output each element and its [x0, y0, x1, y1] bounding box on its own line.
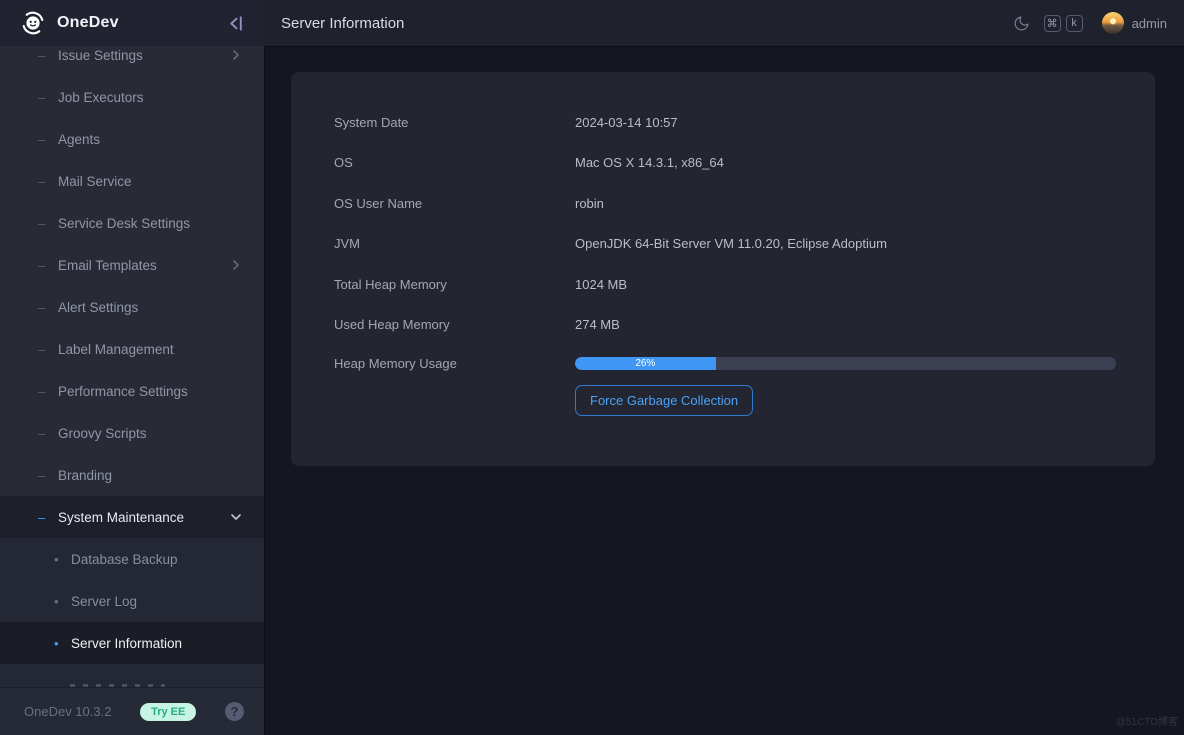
shortcut-k-key[interactable]: k [1066, 15, 1083, 32]
dash-glyph: – [38, 468, 58, 483]
dash-glyph: – [38, 342, 58, 357]
sidebar-item-job-executors[interactable]: – Job Executors [0, 76, 264, 118]
heap-usage-fill: 26% [575, 357, 716, 370]
field-label: OS User Name [334, 196, 575, 211]
field-row: System Date 2024-03-14 10:57 [334, 102, 1116, 143]
heap-usage-row: Heap Memory Usage 26% [334, 345, 1116, 381]
dash-glyph: – [38, 48, 58, 63]
sidebar-subitem-label: Server Information [71, 636, 182, 651]
field-value: OpenJDK 64-Bit Server VM 11.0.20, Eclips… [575, 236, 887, 251]
field-label: Used Heap Memory [334, 317, 575, 332]
field-label: OS [334, 155, 575, 170]
watermark: @51CTO博客 [1116, 713, 1178, 728]
dash-glyph: – [38, 258, 58, 273]
dash-glyph: – [38, 300, 58, 315]
sidebar-item-branding[interactable]: – Branding [0, 454, 264, 496]
sidebar-item-groovy-scripts[interactable]: – Groovy Scripts [0, 412, 264, 454]
user-menu[interactable]: admin [1102, 12, 1167, 34]
field-value: robin [575, 196, 604, 211]
field-label: System Date [334, 115, 575, 130]
user-name: admin [1132, 16, 1167, 31]
dark-mode-toggle-icon[interactable] [1013, 15, 1030, 32]
heap-usage-progressbar: 26% [575, 357, 1116, 370]
sidebar-item-email-templates[interactable]: – Email Templates [0, 244, 264, 286]
sidebar-subitem-label: Database Backup [71, 552, 178, 567]
field-row: OS User Name robin [334, 183, 1116, 224]
field-value: 1024 MB [575, 277, 627, 292]
try-ee-badge[interactable]: Try EE [140, 703, 196, 721]
force-garbage-collection-button[interactable]: Force Garbage Collection [575, 385, 753, 416]
sidebar-item-label: Groovy Scripts [58, 426, 147, 441]
sidebar-item-issue-settings[interactable]: – Issue Settings [0, 46, 264, 76]
dash-glyph: – [38, 132, 58, 147]
field-value: Mac OS X 14.3.1, x86_64 [575, 155, 724, 170]
sidebar: OneDev – Issue Settings – J [0, 0, 264, 735]
dash-glyph: – [38, 510, 58, 525]
sidebar-header: OneDev [0, 0, 264, 46]
dash-glyph: – [38, 216, 58, 231]
sidebar-item-label: Issue Settings [58, 48, 143, 63]
sidebar-item-label: Email Templates [58, 258, 157, 273]
sidebar-subitem-label: Server Log [71, 594, 137, 609]
page-title: Server Information [281, 15, 404, 32]
sidebar-subitem-server-log[interactable]: • Server Log [0, 580, 264, 622]
version-label: OneDev 10.3.2 [24, 704, 111, 719]
onedev-logo-icon[interactable] [20, 10, 46, 36]
sidebar-item-label: Agents [58, 132, 100, 147]
topbar: Server Information ⌘ k admin [264, 0, 1184, 46]
system-maintenance-submenu: • Database Backup • Server Log • Server … [0, 538, 264, 687]
server-information-panel: System Date 2024-03-14 10:57 OS Mac OS X… [291, 72, 1155, 466]
sidebar-item-alert-settings[interactable]: – Alert Settings [0, 286, 264, 328]
screen: OneDev – Issue Settings – J [0, 0, 1184, 735]
field-value: 2024-03-14 10:57 [575, 115, 678, 130]
sidebar-footer: OneDev 10.3.2 Try EE ? [0, 687, 264, 735]
chevron-right-icon [230, 259, 242, 271]
gc-button-row: Force Garbage Collection [334, 385, 1116, 416]
sidebar-item-label: Label Management [58, 342, 174, 357]
sidebar-item-performance-settings[interactable]: – Performance Settings [0, 370, 264, 412]
sidebar-item-label: Performance Settings [58, 384, 188, 399]
sidebar-item-label: Alert Settings [58, 300, 138, 315]
shortcut-cmd-key[interactable]: ⌘ [1044, 15, 1061, 32]
field-row: OS Mac OS X 14.3.1, x86_64 [334, 143, 1116, 184]
help-icon[interactable]: ? [225, 702, 244, 721]
topbar-actions: ⌘ k admin [1013, 12, 1167, 34]
sidebar-item-system-maintenance[interactable]: – System Maintenance [0, 496, 264, 538]
sidebar-item-mail-service[interactable]: – Mail Service [0, 160, 264, 202]
dash-glyph: – [38, 174, 58, 189]
sidebar-item-clipped[interactable] [0, 664, 264, 687]
main-area: Server Information ⌘ k admin System Date… [264, 0, 1184, 735]
dash-glyph: – [38, 90, 58, 105]
chevron-right-icon [230, 49, 242, 61]
sidebar-item-label: Mail Service [58, 174, 132, 189]
bullet-glyph: • [54, 552, 71, 567]
sidebar-collapse-icon[interactable] [227, 14, 246, 33]
sidebar-item-label: Job Executors [58, 90, 144, 105]
sidebar-item-label: Branding [58, 468, 112, 483]
chevron-down-icon [230, 511, 242, 523]
brand-name: OneDev [57, 14, 119, 32]
heap-usage-percent: 26% [635, 358, 655, 369]
field-row: JVM OpenJDK 64-Bit Server VM 11.0.20, Ec… [334, 224, 1116, 265]
bullet-glyph: • [54, 594, 71, 609]
sidebar-item-label: System Maintenance [58, 510, 184, 525]
dash-glyph: – [38, 384, 58, 399]
sidebar-subitem-database-backup[interactable]: • Database Backup [0, 538, 264, 580]
sidebar-subitem-server-information[interactable]: • Server Information [0, 622, 264, 664]
clipped-text-fragment [70, 684, 165, 687]
sidebar-item-service-desk-settings[interactable]: – Service Desk Settings [0, 202, 264, 244]
sidebar-item-agents[interactable]: – Agents [0, 118, 264, 160]
dash-glyph: – [38, 426, 58, 441]
field-label: JVM [334, 236, 575, 251]
sidebar-item-label-management[interactable]: – Label Management [0, 328, 264, 370]
sidebar-item-label: Service Desk Settings [58, 216, 190, 231]
sidebar-nav: – Issue Settings – Job Executors – Agent… [0, 46, 264, 687]
field-label: Heap Memory Usage [334, 356, 575, 371]
field-value: 274 MB [575, 317, 620, 332]
avatar [1102, 12, 1124, 34]
field-row: Total Heap Memory 1024 MB [334, 264, 1116, 305]
field-row: Used Heap Memory 274 MB [334, 305, 1116, 346]
field-label: Total Heap Memory [334, 277, 575, 292]
bullet-glyph: • [54, 636, 71, 651]
